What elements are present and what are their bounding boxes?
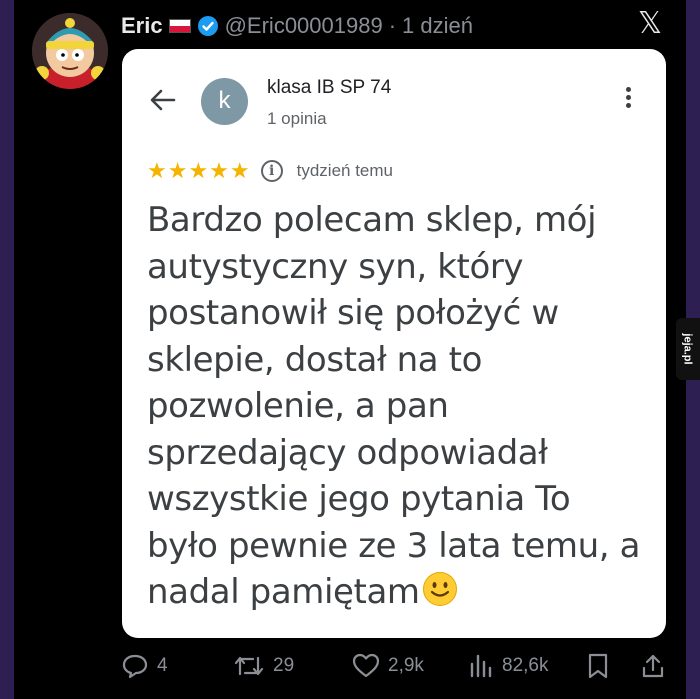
slightly-smiling-face-icon <box>422 571 458 607</box>
repost-count: 29 <box>273 655 295 676</box>
review-line: pozwolenie, a pan <box>147 386 449 426</box>
info-icon: i <box>260 160 283 182</box>
author-name[interactable]: Eric <box>121 13 163 39</box>
header-separator: · <box>388 13 397 38</box>
like-button[interactable]: 2,9k <box>352 650 424 682</box>
review-date: tydzień temu <box>296 161 394 180</box>
share-button[interactable] <box>640 650 666 682</box>
review-line: postanowił się położyć w <box>147 293 559 333</box>
view-count: 82,6k <box>502 655 549 676</box>
review-text: Bardzo polecam sklep, mój autystyczny sy… <box>147 197 657 616</box>
tweet: Eric @Eric00001989 · 1 dzień 𝕏 k klasa I… <box>14 0 686 699</box>
repost-button[interactable]: 29 <box>233 650 294 682</box>
tweet-header: Eric @Eric00001989 · 1 dzień <box>121 10 473 42</box>
reviewer-avatar: k <box>201 78 248 125</box>
verified-badge-icon <box>197 15 219 37</box>
rating-row: ★★★★★ i tydzień temu <box>147 158 394 184</box>
review-line: Bardzo polecam sklep, mój <box>147 200 597 240</box>
review-line: autystyczny syn, który <box>147 246 524 287</box>
jeja-watermark: jeja.pl <box>676 318 700 380</box>
tweet-action-bar: 4 29 2,9k 82,6k <box>14 650 686 682</box>
review-line: wszystkie jego pytania To <box>147 479 571 519</box>
tweet-time[interactable]: 1 dzień <box>402 13 473 39</box>
more-options-icon[interactable] <box>624 87 632 113</box>
reply-button[interactable]: 4 <box>121 650 168 682</box>
views-chart-icon <box>470 654 492 678</box>
review-last-line: nadal pamiętam <box>147 569 657 616</box>
back-arrow-icon[interactable] <box>148 85 178 115</box>
watermark-text: jeja.pl <box>682 333 694 365</box>
like-count: 2,9k <box>388 655 424 676</box>
bookmark-icon <box>588 653 608 679</box>
heart-icon <box>352 653 380 678</box>
reply-count: 4 <box>157 655 168 676</box>
reply-icon <box>122 654 148 679</box>
reviewer-review-count: 1 opinia <box>267 109 327 128</box>
review-line: było pewnie ze 3 lata temu, a <box>147 525 641 566</box>
reviewer-name: klasa IB SP 74 <box>267 77 392 98</box>
review-line: sklepie, dostał na to <box>147 339 482 380</box>
review-line: sprzedający odpowiadał <box>147 432 548 473</box>
review-screenshot-card[interactable]: k klasa IB SP 74 1 opinia ★★★★★ i tydzie… <box>122 49 666 638</box>
views-button[interactable]: 82,6k <box>468 650 548 682</box>
x-logo-icon[interactable]: 𝕏 <box>634 8 666 40</box>
review-line: nadal pamiętam <box>147 572 420 612</box>
star-rating: ★★★★★ <box>147 158 251 184</box>
poland-flag-icon <box>168 19 191 33</box>
bookmark-button[interactable] <box>586 650 610 682</box>
author-avatar[interactable] <box>32 13 108 89</box>
repost-icon <box>234 656 264 676</box>
share-icon <box>642 654 664 678</box>
author-handle[interactable]: @Eric00001989 <box>225 13 383 39</box>
